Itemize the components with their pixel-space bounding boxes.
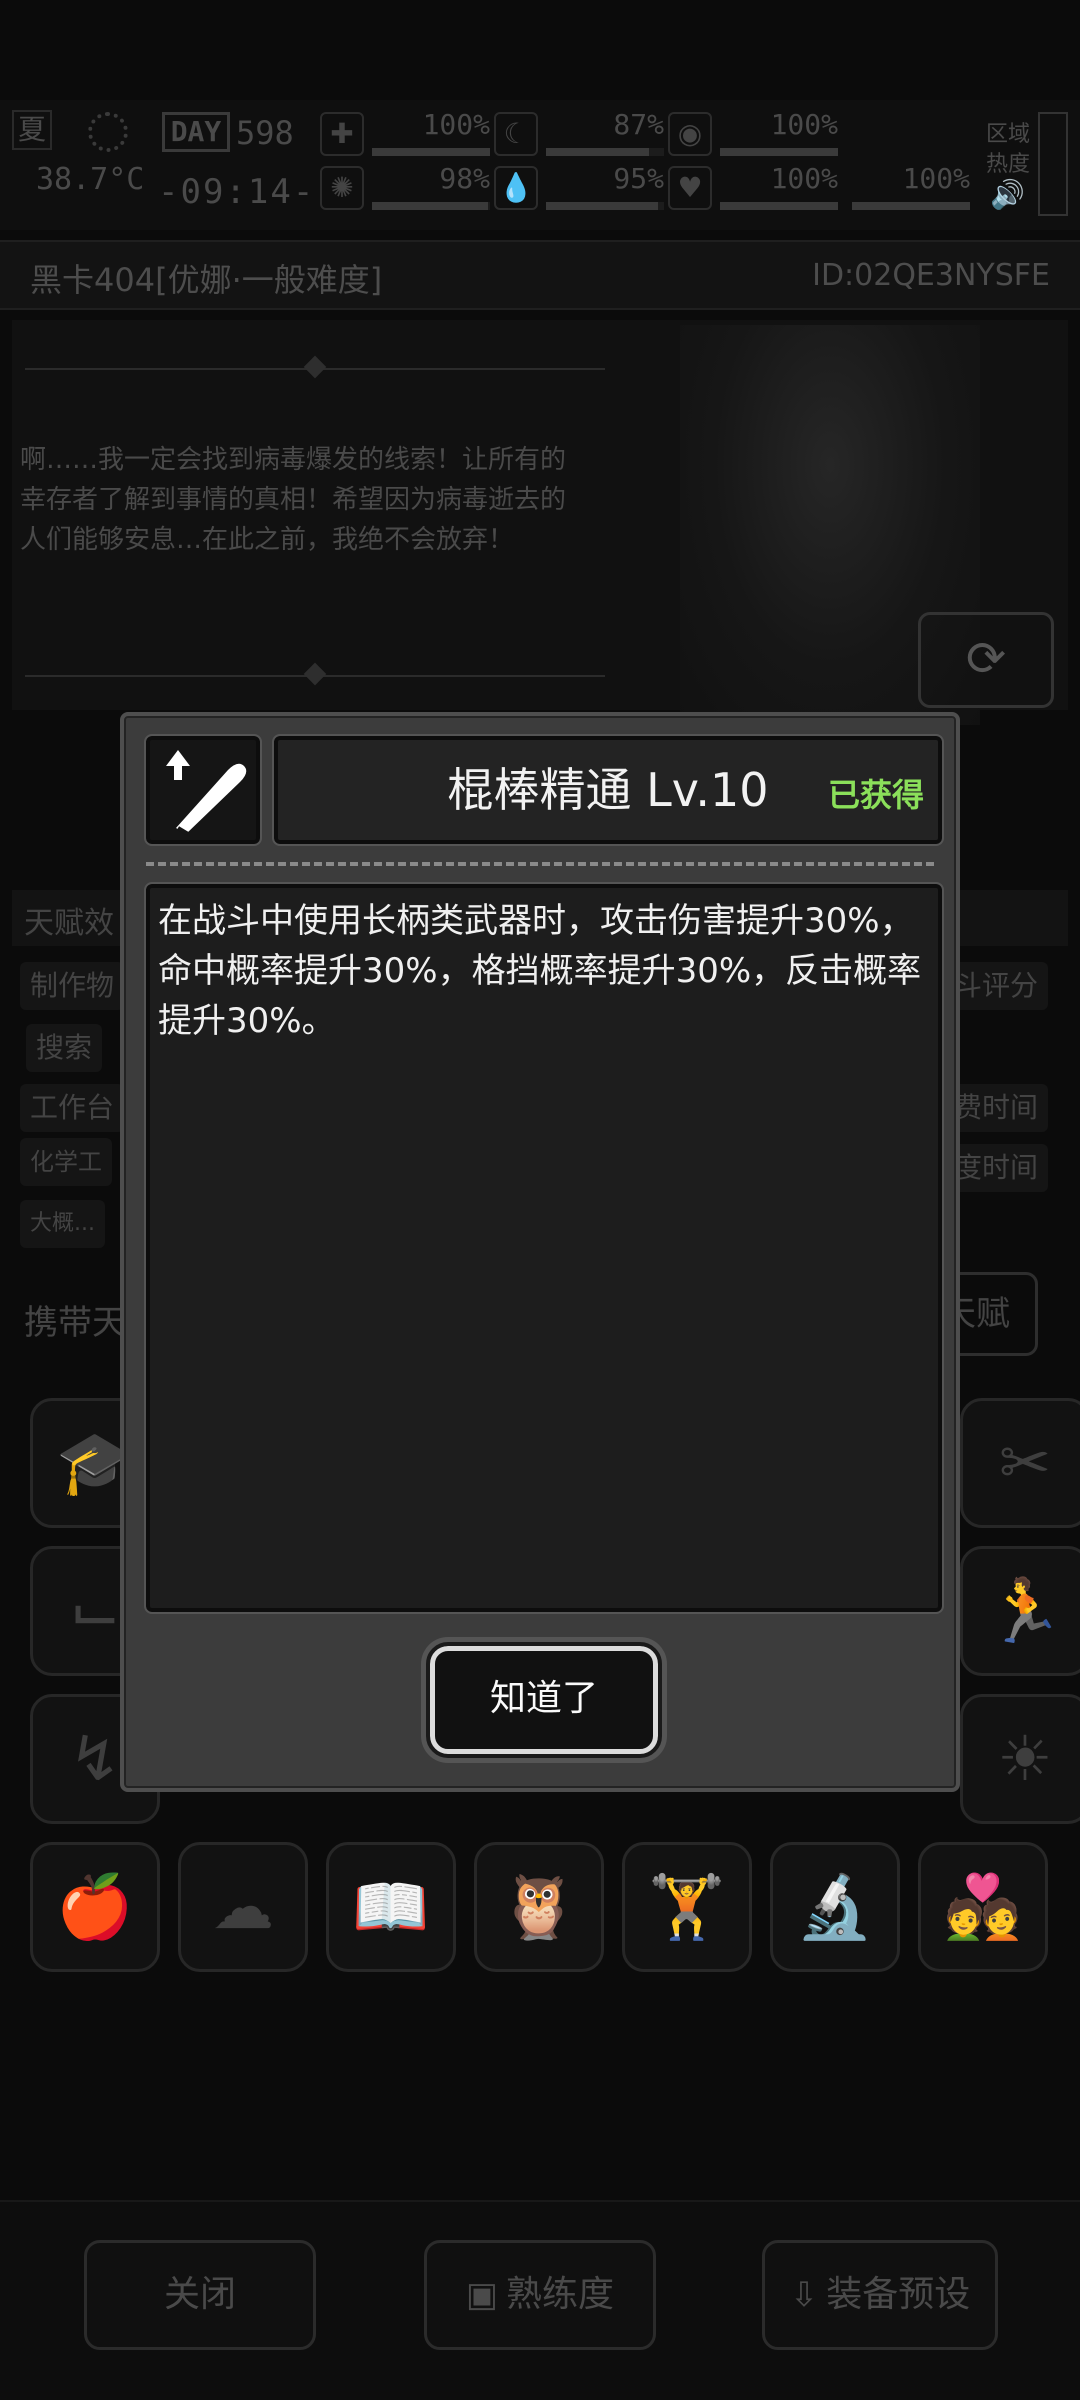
runner-icon[interactable]: 🏃 (960, 1546, 1080, 1676)
stat-bar-fill (372, 202, 488, 210)
sun-icon (88, 112, 128, 152)
download-icon: ⇩ (789, 2275, 819, 2315)
stat-bar-fill (852, 202, 970, 210)
dumbbell-icon[interactable]: 🏋 (622, 1842, 752, 1972)
microscope-icon[interactable]: 🔬 (770, 1842, 900, 1972)
mind-up-icon[interactable]: ☁ (178, 1842, 308, 1972)
stat-health: ✚ 100% (320, 108, 490, 158)
region-heat-label: 区域 热度 (986, 122, 1031, 177)
stat-bar-fill (720, 148, 838, 156)
couple-heart-icon[interactable]: 💑 (918, 1842, 1048, 1972)
dashed-divider (146, 862, 934, 866)
volume-slot[interactable] (1038, 112, 1068, 216)
owl-icon[interactable]: 🦉 (474, 1842, 604, 1972)
obtained-badge: 已获得 (827, 776, 924, 814)
description-box: 在战斗中使用长柄类武器时，攻击伤害提升30%，命中概率提升30%，格挡概率提升3… (144, 882, 944, 1614)
reading-icon[interactable]: 📖 (326, 1842, 456, 1972)
heart-icon: ♥ (668, 166, 712, 210)
game-screen: 夏 38.7°C DAY 598 -09:14- ✚ 100% ☾ 87% ◉ … (0, 0, 1080, 2400)
medkit-icon: ✚ (320, 112, 364, 156)
proficiency-button[interactable]: ▣ 熟练度 (424, 2240, 656, 2350)
equipment-preset-button[interactable]: ⇩ 装备预设 (762, 2240, 998, 2350)
speaker-icon[interactable]: 🔊 (990, 178, 1025, 211)
stat-bar-fill (372, 148, 490, 156)
skill-icon-frame (144, 734, 262, 846)
brain-icon: ✺ (320, 166, 364, 210)
talent-chip: 搜索 (26, 1024, 103, 1072)
got-it-button[interactable]: 知道了 (426, 1642, 662, 1758)
stat-bar-fill (546, 202, 659, 210)
story-text: 啊……我一定会找到病毒爆发的线索！让所有的幸存者了解到事情的真相！希望因为病毒逝… (20, 445, 567, 555)
talent-chip: 工作台 (20, 1084, 125, 1132)
character-id: ID:02QE3NYSFE (812, 258, 1050, 293)
carry-talent-label: 携带天 (24, 1303, 126, 1343)
skill-title-frame: 棍棒精通 Lv.10 已获得 (272, 734, 944, 846)
crossed-tools-icon[interactable]: ✂ (960, 1398, 1080, 1528)
talent-chip: 大概... (20, 1200, 105, 1248)
ornament-divider (25, 368, 605, 370)
badge-icon: ▣ (465, 2275, 499, 2315)
skill-description: 在战斗中使用长柄类武器时，攻击伤害提升30%，命中概率提升30%，格挡概率提升3… (158, 901, 922, 1041)
bladder-icon: ◉ (668, 112, 712, 156)
apple-hand-icon[interactable]: 🍎 (30, 1842, 160, 1972)
character-title: 黑卡404[优娜·一般难度] (30, 261, 383, 299)
stomach-icon: ☾ (494, 112, 538, 156)
day-label: DAY (162, 112, 230, 152)
day-counter: 598 (236, 114, 294, 152)
stat-bladder: ◉ 100% (668, 108, 838, 158)
sun-up-icon[interactable]: ☀ (960, 1694, 1080, 1824)
ornament-divider (25, 675, 605, 677)
talent-chip: 制作物 (20, 962, 125, 1010)
stat-extra: 100% (800, 162, 970, 212)
season-indicator: 夏 (12, 110, 52, 150)
close-button[interactable]: 关闭 (84, 2240, 316, 2350)
club-upgrade-icon (166, 750, 247, 836)
stat-mood: ✺ 98% (320, 162, 490, 212)
water-drop-icon: 💧 (494, 166, 538, 210)
stat-bar-fill (546, 148, 649, 156)
stat-hunger: ☾ 87% (494, 108, 664, 158)
talent-chip: 化学工 (20, 1138, 112, 1186)
game-clock: -09:14- (158, 172, 316, 212)
change-outfit-button[interactable]: ⟳ (918, 612, 1054, 708)
temperature-readout: 38.7°C (36, 162, 145, 197)
skill-detail-dialog: 棍棒精通 Lv.10 已获得 在战斗中使用长柄类武器时，攻击伤害提升30%，命中… (120, 712, 960, 1792)
stat-thirst: 💧 95% (494, 162, 664, 212)
